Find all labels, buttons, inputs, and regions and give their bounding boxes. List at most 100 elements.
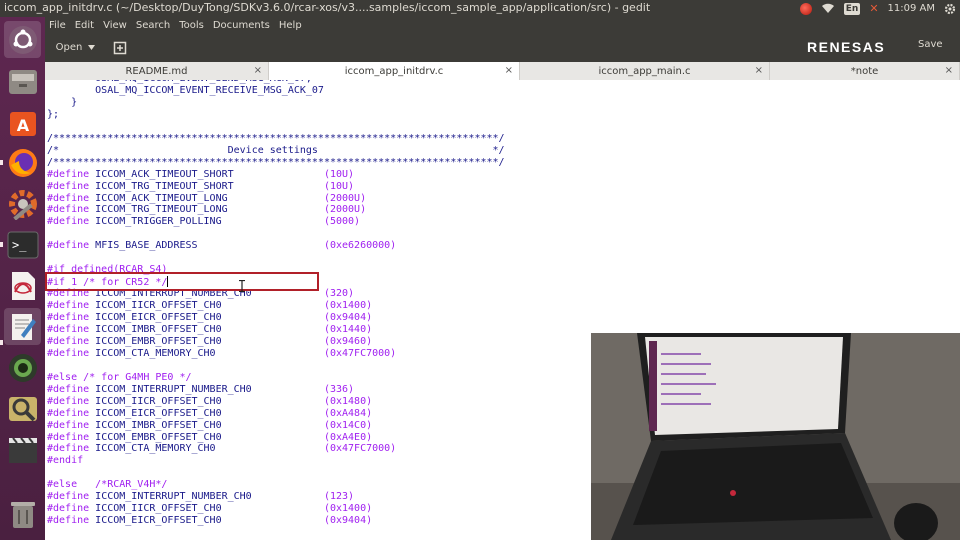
menu-file[interactable]: File (49, 20, 66, 31)
system-tray: En ✕ 11:09 AM (799, 0, 956, 17)
tab-label: *note (850, 65, 879, 77)
video-icon[interactable] (4, 431, 41, 468)
close-icon[interactable]: × (945, 65, 953, 76)
identifier-token: ICCOM_TRIGGER_POLLING (95, 216, 324, 228)
value-token: (320) (323, 288, 355, 300)
menu-tools[interactable]: Tools (179, 20, 204, 31)
tab-iccom-app-initdrv[interactable]: iccom_app_initdrv.c × (269, 62, 520, 80)
code-line: #define ICCOM_ACK_TIMEOUT_LONG (2000U) (47, 193, 366, 205)
value-token: (5000) (323, 216, 361, 228)
close-icon[interactable]: × (755, 65, 763, 76)
keyword-token: #define (47, 300, 96, 312)
code-line: #define ICCOM_EICR_OFFSET_CH0 (0x9404) (47, 515, 372, 527)
value-token: (0x47FC7000) (323, 443, 397, 455)
identifier-token: ICCOM_EMBR_OFFSET_CH0 (95, 335, 324, 347)
identifier-token: ICCOM_IICR_OFFSET_CH0 (95, 300, 324, 312)
document-tabs: README.md × iccom_app_initdrv.c × iccom_… (45, 62, 960, 81)
value-token: (0x9404) (323, 312, 373, 323)
image-viewer-icon[interactable] (4, 390, 41, 427)
identifier-token: ICCOM_IMBR_OFFSET_CH0 (95, 419, 324, 431)
clock[interactable]: 11:09 AM (888, 3, 935, 14)
code-line: #define ICCOM_ACK_TIMEOUT_SHORT (10U) (47, 169, 354, 181)
libreoffice-impress-icon[interactable] (4, 267, 41, 304)
value-token: (336) (323, 383, 355, 395)
text-cursor-icon (239, 277, 245, 296)
keyword-token: #define (47, 383, 96, 395)
laptop-photo (591, 333, 960, 540)
code-line: #define ICCOM_IICR_OFFSET_CH0 (0x1480) (47, 396, 372, 408)
menu-help[interactable]: Help (279, 20, 302, 31)
launcher: A >_ (0, 17, 45, 540)
record-icon[interactable] (799, 2, 812, 15)
terminal-icon[interactable]: >_ (4, 226, 41, 263)
code-line: #define MFIS_BASE_ADDRESS (0xe6260000) (47, 240, 396, 252)
keyword-token: #define (47, 335, 96, 347)
menu-view[interactable]: View (103, 20, 127, 31)
svg-text:A: A (16, 116, 29, 135)
renesas-logo: RENESAS (807, 39, 886, 55)
value-token: (0x1480) (323, 395, 373, 407)
files-icon[interactable] (4, 62, 41, 99)
keyboard-layout-indicator[interactable]: En (843, 2, 861, 15)
value-token: (2000U) (323, 204, 367, 216)
wifi-icon[interactable] (821, 3, 835, 14)
keyword-token: #define (47, 491, 96, 503)
code-line: #else /* for G4MH PE0 */ (47, 371, 192, 383)
code-line: #define ICCOM_IMBR_OFFSET_CH0 (0x14C0) (47, 420, 372, 432)
settings-icon[interactable] (4, 185, 41, 222)
text-editor-icon[interactable] (4, 308, 41, 345)
close-icon[interactable]: × (254, 65, 262, 76)
running-indicator (0, 242, 3, 247)
menu-documents[interactable]: Documents (213, 20, 270, 31)
tab-label: README.md (125, 65, 188, 77)
identifier-token: ICCOM_INTERRUPT_NUMBER_CH0 (95, 491, 324, 503)
keyword-token: #define (47, 407, 96, 419)
code-line: #define ICCOM_TRIGGER_POLLING (5000) (47, 216, 360, 228)
code-line: #define ICCOM_IMBR_OFFSET_CH0 (0x1440) (47, 324, 372, 336)
keyword-token: #define (47, 180, 96, 192)
keyword-token: #define (47, 431, 96, 443)
tab-iccom-app-main[interactable]: iccom_app_main.c × (520, 62, 770, 80)
identifier-token: ICCOM_EICR_OFFSET_CH0 (95, 515, 324, 527)
trash-icon[interactable] (4, 495, 41, 532)
identifier-token: ICCOM_EMBR_OFFSET_CH0 (95, 431, 324, 443)
identifier-token: ICCOM_IICR_OFFSET_CH0 (95, 395, 324, 407)
code-line: #endif (47, 455, 84, 467)
identifier-token: ICCOM_IICR_OFFSET_CH0 (95, 503, 324, 515)
code-line: #else /*RCAR_V4H*/ (47, 479, 168, 491)
tab-readme[interactable]: README.md × (45, 62, 269, 80)
identifier-token: ICCOM_IMBR_OFFSET_CH0 (95, 323, 324, 335)
code-line: }; (47, 108, 60, 120)
code-line: #define ICCOM_EICR_OFFSET_CH0 (0x9404) (47, 312, 372, 324)
code-line: #define ICCOM_INTERRUPT_NUMBER_CH0 (336) (47, 384, 354, 396)
software-center-icon[interactable]: A (4, 103, 41, 140)
keyword-token: #define (47, 312, 96, 323)
value-token: (0x9404) (323, 515, 373, 527)
tab-note[interactable]: *note × (770, 62, 960, 80)
identifier-token: ICCOM_EICR_OFFSET_CH0 (95, 312, 324, 323)
value-token: (0xA484) (323, 407, 373, 419)
value-token: (0x1400) (323, 300, 373, 312)
firefox-icon[interactable] (4, 144, 41, 181)
top-panel: iccom_app_initdrv.c (~/Desktop/DuyTong/S… (0, 0, 960, 17)
keyword-token: #define (47, 503, 96, 515)
code-line: #define ICCOM_IICR_OFFSET_CH0 (0x1400) (47, 503, 372, 515)
tab-label: iccom_app_main.c (598, 65, 691, 77)
new-document-icon[interactable] (113, 40, 127, 59)
ubuntu-dash-icon[interactable] (4, 21, 41, 58)
open-button[interactable]: Open (51, 38, 100, 57)
keyword-token: #define (47, 515, 96, 527)
code-line: #define ICCOM_CTA_MEMORY_CH0 (0x47FC7000… (47, 348, 396, 360)
volume-muted-icon[interactable]: ✕ (869, 2, 878, 15)
svg-text:>_: >_ (12, 238, 27, 252)
code-line: /* Device settings */ (47, 144, 505, 156)
keyword-token: #define (47, 168, 96, 180)
keyword-token: #define (47, 192, 96, 204)
save-button[interactable]: Save (918, 39, 943, 50)
close-icon[interactable]: × (505, 65, 513, 76)
gear-icon[interactable] (944, 3, 956, 15)
menu-search[interactable]: Search (136, 20, 170, 31)
cheese-icon[interactable] (4, 349, 41, 386)
chevron-down-icon (88, 42, 96, 53)
menu-edit[interactable]: Edit (75, 20, 94, 31)
